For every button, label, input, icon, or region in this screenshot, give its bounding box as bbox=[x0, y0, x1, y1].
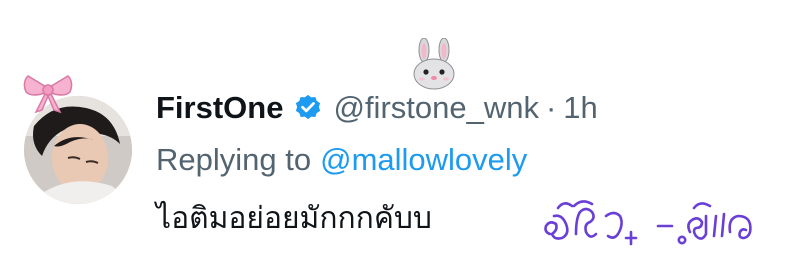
handwritten-note bbox=[544, 200, 752, 246]
separator-dot: · bbox=[545, 90, 557, 125]
tweet-text: ไอติมอย่อยมักกกคับบ bbox=[156, 202, 432, 235]
user-handle[interactable]: @firstone_wnk bbox=[333, 84, 539, 132]
bunny-face-icon bbox=[413, 38, 455, 90]
verified-badge-icon bbox=[296, 94, 321, 120]
reply-mention-link[interactable]: @mallowlovely bbox=[320, 136, 527, 184]
timestamp[interactable]: 1h bbox=[563, 84, 597, 132]
replying-to-label: Replying to bbox=[156, 142, 312, 177]
display-name[interactable]: FirstOne bbox=[156, 84, 283, 132]
tweet-header: FirstOne @firstone_wnk · 1h bbox=[156, 84, 598, 132]
pink-bow-icon bbox=[23, 75, 73, 114]
replying-to: Replying to @mallowlovely bbox=[156, 136, 527, 184]
tweet-reply-card: FirstOne @firstone_wnk · 1h Replying to … bbox=[0, 0, 788, 262]
